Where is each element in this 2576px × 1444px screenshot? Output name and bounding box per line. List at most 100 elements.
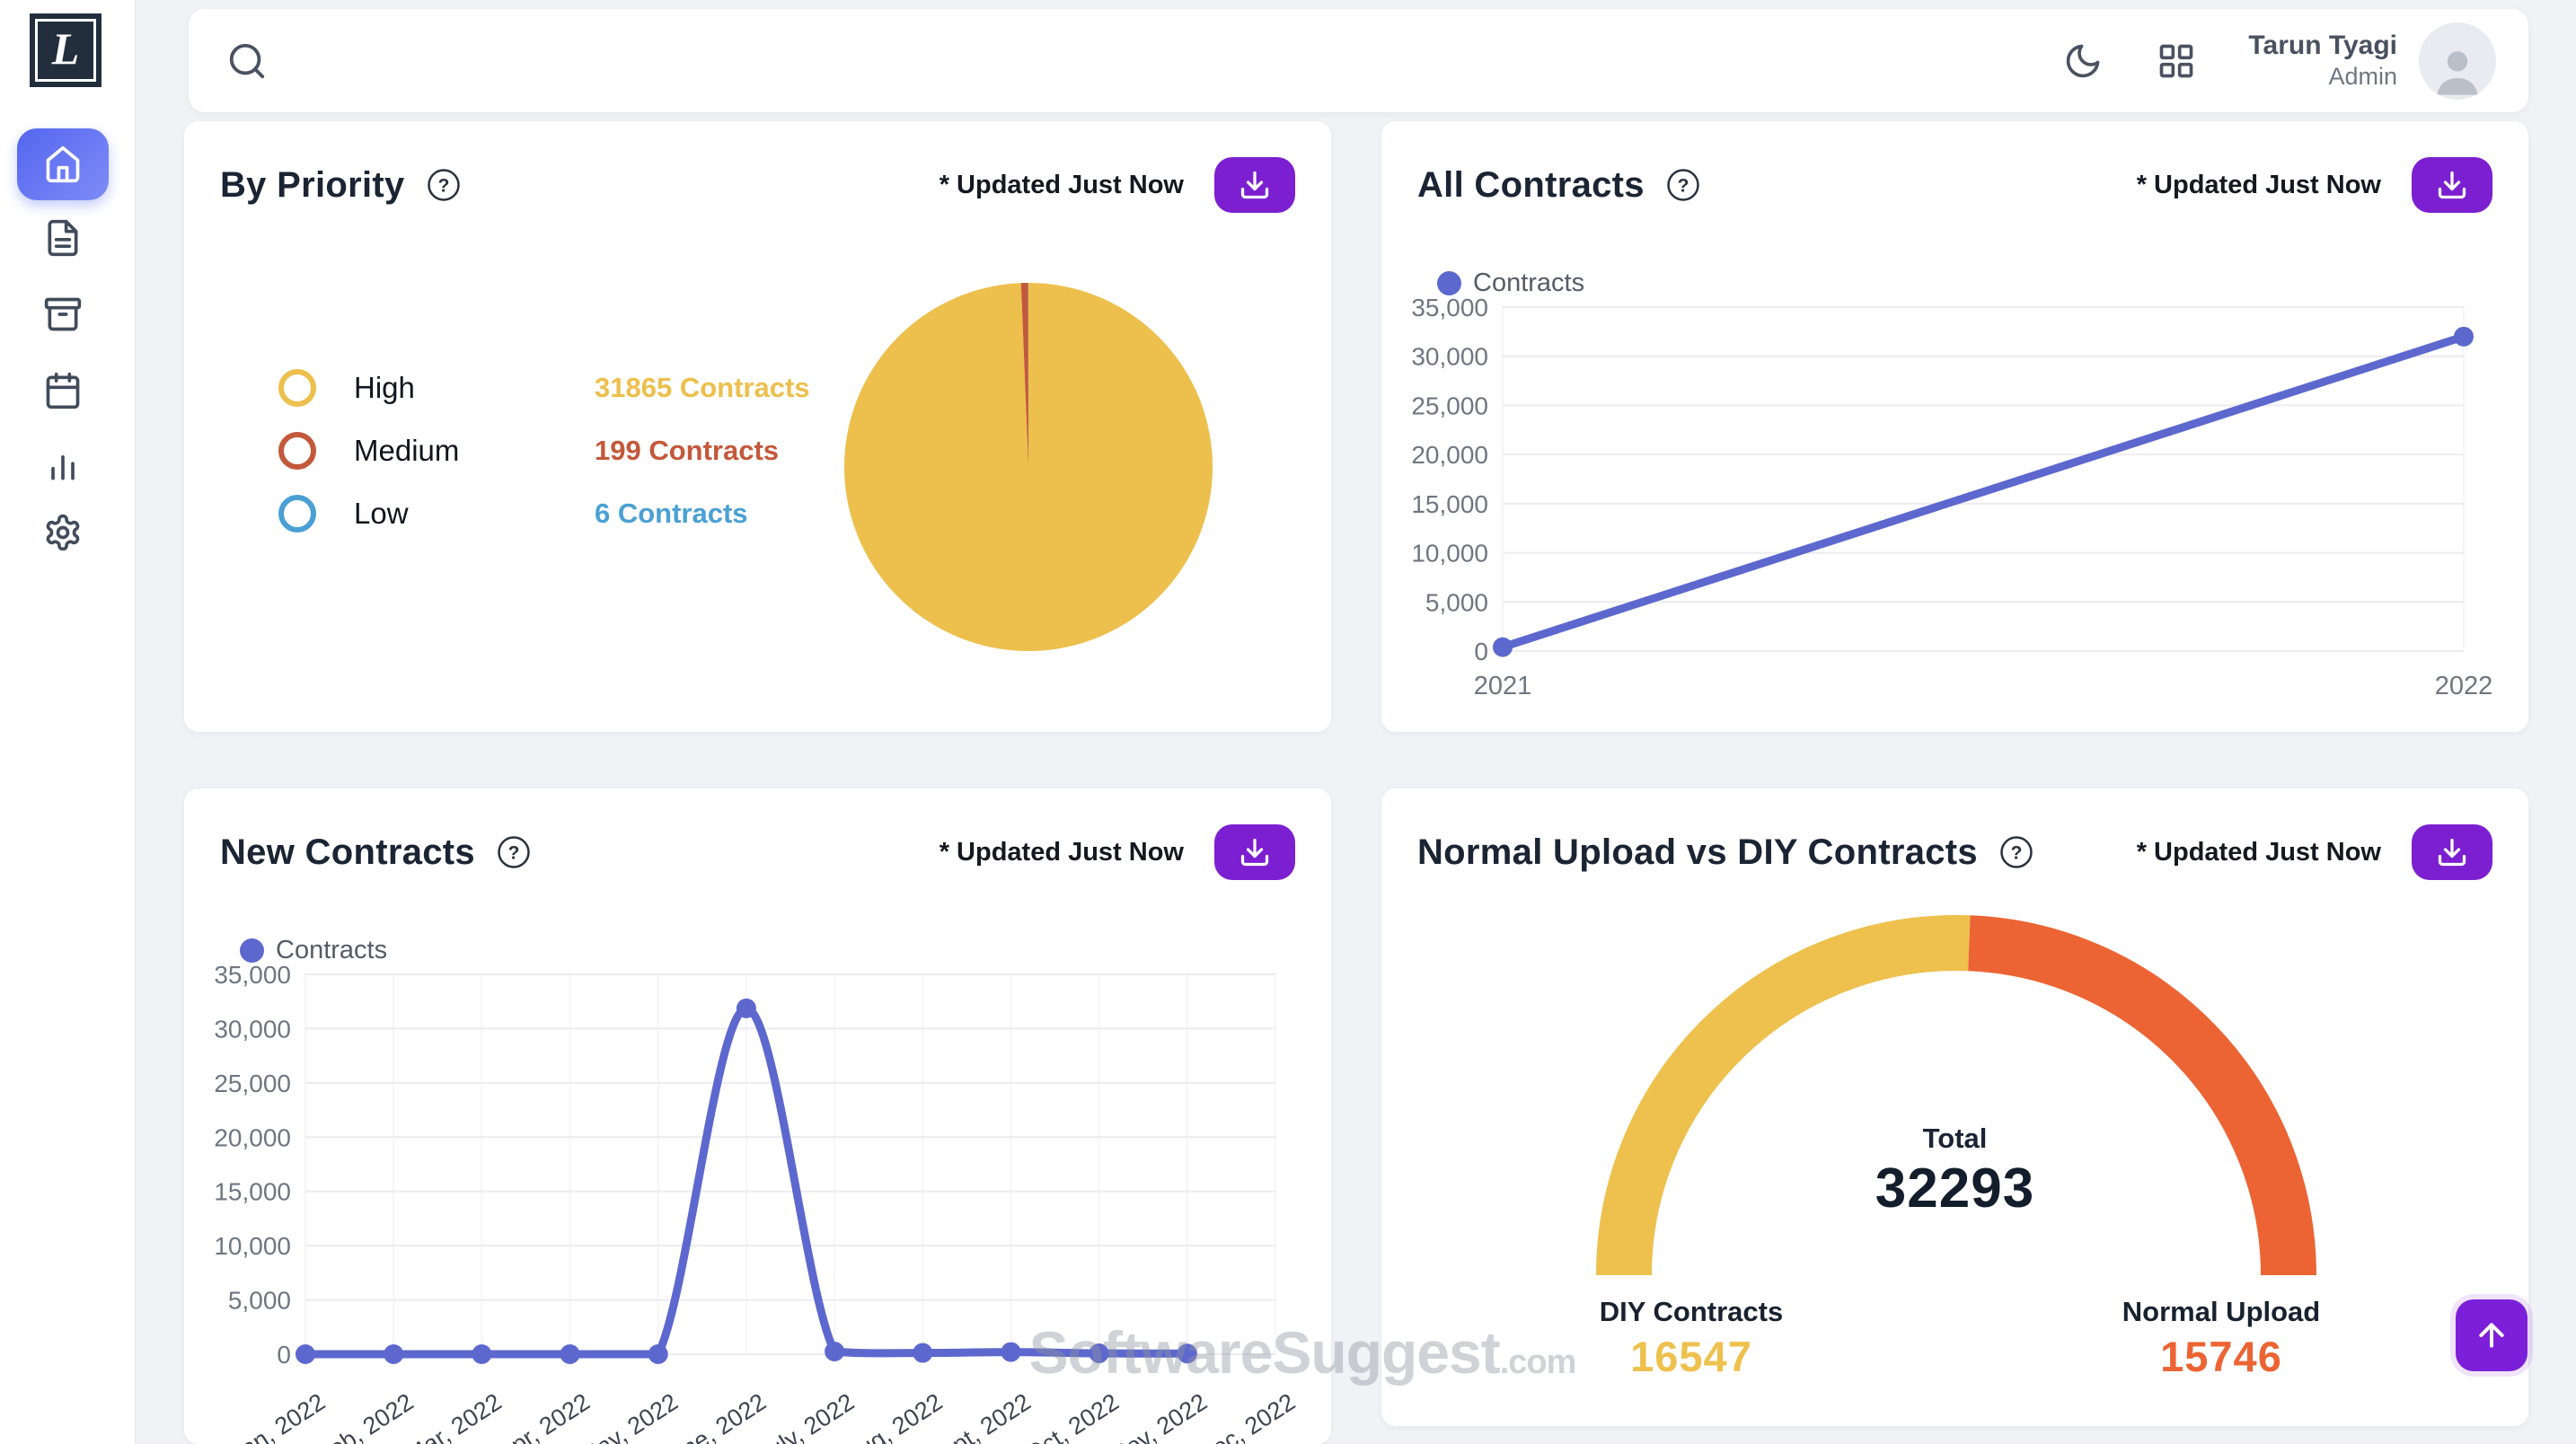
svg-text:Mar, 2022: Mar, 2022 [401, 1388, 507, 1444]
help-icon[interactable]: ? [1666, 168, 1700, 202]
person-icon [2437, 50, 2478, 95]
app-logo[interactable]: L [30, 13, 101, 87]
download-icon [1240, 171, 1269, 199]
legend-value: 199 Contracts [595, 435, 780, 466]
card-title: By Priority [220, 164, 405, 205]
card-header: All Contracts ? * Updated Just Now [1381, 121, 2528, 213]
segment-label: Normal Upload [2122, 1296, 2321, 1327]
pie-legend: High 31865 Contracts Medium 199 Contract… [278, 357, 810, 545]
scroll-to-top-button[interactable] [2456, 1299, 2527, 1371]
sidebar: L [0, 0, 136, 1444]
bar-chart-icon [51, 455, 75, 480]
avatar[interactable] [2419, 22, 2496, 100]
card-title: Normal Upload vs DIY Contracts [1417, 832, 1978, 872]
help-icon[interactable]: ? [1999, 835, 2033, 869]
svg-text:May, 2022: May, 2022 [575, 1388, 683, 1444]
legend-item-low[interactable]: Low 6 Contracts [278, 482, 810, 545]
svg-text:5,000: 5,000 [1425, 588, 1488, 616]
svg-text:July, 2022: July, 2022 [753, 1388, 859, 1444]
sidebar-item-reports[interactable] [17, 429, 109, 501]
svg-text:Jan, 2022: Jan, 2022 [225, 1388, 330, 1444]
gauge-total-value: 32293 [1875, 1158, 2035, 1219]
svg-text:Feb, 2022: Feb, 2022 [312, 1388, 418, 1444]
search-button[interactable] [226, 40, 268, 82]
svg-text:25,000: 25,000 [1411, 392, 1488, 419]
svg-text:25,000: 25,000 [214, 1070, 291, 1097]
new-contracts-line-chart: Jan, 2022Feb, 2022Mar, 2022Apr, 2022May,… [214, 964, 1301, 1444]
updated-label: * Updated Just Now [939, 170, 1184, 199]
gauge-total-label: Total [1922, 1123, 1988, 1154]
legend-label: Contracts [1473, 269, 1585, 297]
legend-item-high[interactable]: High 31865 Contracts [278, 357, 810, 419]
segment-value: 15746 [2160, 1333, 2282, 1380]
topbar: Tarun Tyagi Admin [189, 9, 2528, 112]
svg-text:35,000: 35,000 [214, 964, 291, 989]
download-button[interactable] [2412, 824, 2492, 880]
card-new-contracts: New Contracts ? * Updated Just Now Contr… [184, 788, 1331, 1444]
svg-text:20,000: 20,000 [1411, 441, 1488, 469]
card-by-priority: By Priority ? * Updated Just Now High 31… [184, 121, 1331, 732]
user-name: Tarun Tyagi [2248, 31, 2397, 61]
gear-icon [46, 514, 80, 551]
apps-grid-icon [2160, 44, 2193, 77]
dashboard-page: L Tarun Tyagi Admin By Priority ? * Upda… [0, 0, 2576, 1444]
download-icon [2438, 838, 2466, 867]
home-icon [46, 145, 80, 183]
help-icon[interactable]: ? [497, 835, 531, 869]
svg-text:Oct, 2022: Oct, 2022 [1020, 1388, 1124, 1444]
series-legend[interactable]: Contracts [1437, 269, 1584, 298]
svg-text:?: ? [437, 176, 449, 197]
svg-text:?: ? [508, 843, 520, 864]
svg-text:2022: 2022 [2435, 672, 2493, 700]
help-icon[interactable]: ? [427, 168, 461, 202]
user-block[interactable]: Tarun Tyagi Admin [2248, 30, 2397, 91]
sidebar-item-home[interactable] [17, 128, 109, 200]
legend-label: High [354, 371, 415, 404]
svg-text:?: ? [1677, 176, 1689, 197]
legend-dot [1437, 271, 1461, 295]
gauge-segment-normal: Normal Upload 15746 [2064, 1296, 2378, 1381]
user-role: Admin [2328, 63, 2397, 91]
sidebar-item-archive[interactable] [17, 278, 109, 350]
series-legend[interactable]: Contracts [240, 936, 387, 965]
moon-icon [2067, 44, 2100, 77]
svg-text:35,000: 35,000 [1411, 296, 1488, 321]
legend-dot [240, 938, 264, 963]
segment-label: DIY Contracts [1599, 1296, 1784, 1327]
card-header: By Priority ? * Updated Just Now [184, 121, 1331, 213]
legend-label: Contracts [276, 936, 388, 964]
all-contracts-line-chart: 2021 2022 0 5,000 10,000 15,000 20,000 25,000 30… [1411, 296, 2493, 700]
legend-ring-medium [278, 432, 316, 470]
legend-ring-high [278, 369, 316, 407]
download-button[interactable] [1214, 824, 1295, 880]
search-icon [229, 43, 265, 78]
updated-label: * Updated Just Now [939, 837, 1184, 867]
download-icon [1240, 838, 1269, 867]
sidebar-item-documents[interactable] [17, 202, 109, 274]
apps-menu-button[interactable] [2155, 40, 2198, 83]
svg-text:30,000: 30,000 [214, 1015, 291, 1043]
upload-vs-diy-gauge-chart [1596, 915, 2316, 1276]
sidebar-item-settings[interactable] [17, 497, 109, 568]
updated-label: * Updated Just Now [2136, 837, 2381, 867]
svg-text:15,000: 15,000 [1411, 490, 1488, 518]
svg-text:Aug, 2022: Aug, 2022 [840, 1388, 948, 1444]
topbar-right: Tarun Tyagi Admin [2061, 22, 2528, 100]
card-upload-vs-diy: Normal Upload vs DIY Contracts ? * Updat… [1381, 788, 2528, 1426]
sidebar-item-calendar[interactable] [17, 355, 109, 427]
download-button[interactable] [1214, 157, 1295, 213]
svg-text:Dec, 2022: Dec, 2022 [1193, 1388, 1301, 1444]
svg-text:?: ? [2011, 843, 2023, 864]
legend-label: Low [354, 497, 409, 530]
card-header: New Contracts ? * Updated Just Now [184, 788, 1331, 880]
svg-text:30,000: 30,000 [1411, 343, 1488, 371]
download-icon [2438, 171, 2466, 199]
card-header: Normal Upload vs DIY Contracts ? * Updat… [1381, 788, 2528, 880]
download-button[interactable] [2412, 157, 2492, 213]
calendar-icon [46, 372, 80, 409]
legend-item-medium[interactable]: Medium 199 Contracts [278, 419, 810, 482]
file-text-icon [48, 219, 78, 257]
app-logo-letter: L [51, 23, 80, 74]
legend-ring-low [278, 495, 316, 533]
dark-mode-toggle[interactable] [2061, 40, 2104, 83]
